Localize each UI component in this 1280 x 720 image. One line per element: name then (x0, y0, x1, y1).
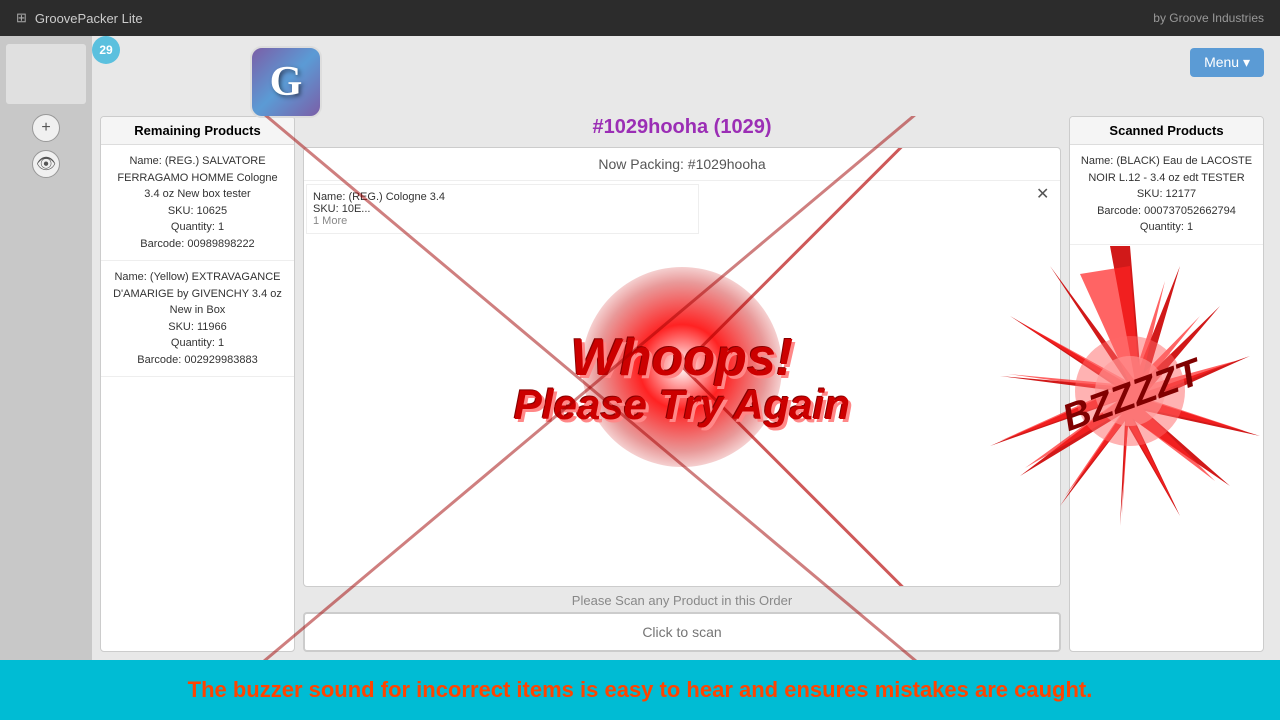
sidebar-eye-button[interactable]: 👁 (32, 150, 60, 178)
remaining-products-panel: Remaining Products Name: (REG.) SALVATOR… (100, 116, 295, 652)
sidebar: + 👁 (0, 36, 92, 660)
logo-circle: G (250, 46, 322, 118)
remaining-product-2: Name: (Yellow) EXTRAVAGANCE D'AMARIGE by… (101, 261, 294, 377)
sidebar-add-button[interactable]: + (32, 114, 60, 142)
remaining-product-1-qty: Quantity: 1 (109, 219, 286, 236)
logo-area: G (250, 46, 322, 118)
notification-badge[interactable]: 29 (92, 36, 120, 64)
whoops-text: Whoops! Please Try Again (514, 332, 850, 426)
order-title: #1029hooha (1029) (593, 116, 772, 139)
app-name: GroovePacker Lite (35, 11, 143, 26)
whoops-line2: Please Try Again (514, 384, 850, 426)
logo-g: G (270, 58, 303, 106)
remaining-product-1: Name: (REG.) SALVATORE FERRAGAMO HOMME C… (101, 145, 294, 261)
remaining-products-scroll[interactable]: Name: (REG.) SALVATORE FERRAGAMO HOMME C… (101, 145, 294, 377)
remaining-product-2-qty: Quantity: 1 (109, 335, 286, 352)
scanned-product-1-qty: Quantity: 1 (1078, 219, 1255, 236)
remaining-product-2-sku: SKU: 11966 (109, 319, 286, 336)
packing-box: Now Packing: #1029hooha Name: (REG.) Col… (303, 147, 1061, 587)
packing-close-button[interactable]: ✕ (1036, 184, 1056, 204)
remaining-product-2-name: Name: (Yellow) EXTRAVAGANCE D'AMARIGE by… (109, 269, 286, 319)
scan-input[interactable] (303, 612, 1061, 652)
remaining-products-header: Remaining Products (101, 117, 294, 145)
top-bar-left: ⊞ GroovePacker Lite (16, 10, 143, 26)
bottom-banner: The buzzer sound for incorrect items is … (0, 660, 1280, 720)
packing-overlay-more: 1 More (313, 215, 692, 227)
scanned-products-scroll[interactable]: Name: (BLACK) Eau de LACOSTE NOIR L.12 -… (1070, 145, 1263, 245)
scanned-product-1-name: Name: (BLACK) Eau de LACOSTE NOIR L.12 -… (1078, 153, 1255, 186)
scanned-products-panel: Scanned Products Name: (BLACK) Eau de LA… (1069, 116, 1264, 652)
scanned-products-header: Scanned Products (1070, 117, 1263, 145)
packing-header: Now Packing: #1029hooha (304, 148, 1060, 181)
top-bar: ⊞ GroovePacker Lite by Groove Industries (0, 0, 1280, 36)
scanned-product-1-sku: SKU: 12177 (1078, 186, 1255, 203)
remaining-product-1-barcode: Barcode: 00989898222 (109, 236, 286, 253)
packing-overlay-name: Name: (REG.) Cologne 3.4 (313, 191, 692, 203)
whoops-line1: Whoops! (514, 332, 850, 384)
center-panel: #1029hooha (1029) Now Packing: #1029hooh… (303, 116, 1061, 652)
packing-product-overlay: Name: (REG.) Cologne 3.4 SKU: 10E... 1 M… (306, 184, 699, 234)
bottom-banner-text: The buzzer sound for incorrect items is … (188, 677, 1093, 703)
scanned-product-1-barcode: Barcode: 000737052662794 (1078, 203, 1255, 220)
grid-icon: ⊞ (16, 10, 27, 26)
packing-overlay-sku: SKU: 10E... (313, 203, 692, 215)
remaining-product-1-sku: SKU: 10625 (109, 203, 286, 220)
scanned-product-1: Name: (BLACK) Eau de LACOSTE NOIR L.12 -… (1070, 145, 1263, 245)
by-text: by Groove Industries (1153, 11, 1264, 25)
remaining-product-1-name: Name: (REG.) SALVATORE FERRAGAMO HOMME C… (109, 153, 286, 203)
sidebar-section-1 (6, 44, 86, 104)
menu-button[interactable]: Menu ▾ (1190, 48, 1264, 77)
scan-prompt: Please Scan any Product in this Order (572, 593, 792, 608)
remaining-product-2-barcode: Barcode: 002929983883 (109, 352, 286, 369)
